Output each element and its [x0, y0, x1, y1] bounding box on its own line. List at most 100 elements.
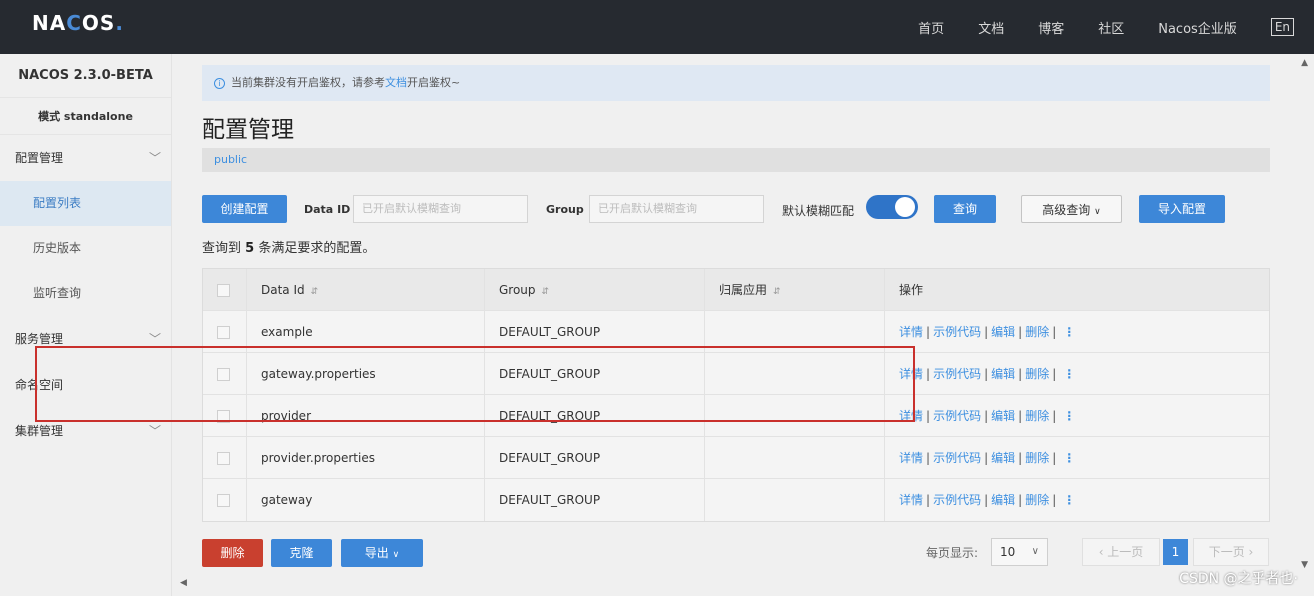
more-icon[interactable]: ⋮ [1063, 409, 1075, 423]
sort-icon[interactable]: ⇵ [773, 287, 781, 297]
cell-group: DEFAULT_GROUP [485, 437, 705, 478]
op-separator: | [984, 325, 989, 339]
cell-actions: 详情 | 示例代码 | 编辑 | 删除 | ⋮ [885, 311, 1269, 352]
delete-button[interactable]: 删除 [202, 539, 263, 567]
header-app[interactable]: 归属应用 ⇵ [705, 269, 885, 310]
cell-group: DEFAULT_GROUP [485, 395, 705, 436]
notice-text: 当前集群没有开启鉴权，请参考 [231, 76, 385, 89]
op-link[interactable]: 删除 [1025, 367, 1049, 381]
scroll-up-icon[interactable]: ▲ [1301, 58, 1308, 68]
language-switch[interactable]: En [1270, 18, 1294, 36]
table-row: example DEFAULT_GROUP 详情 | 示例代码 | 编辑 | 删除 | ⋮ [203, 311, 1269, 353]
op-separator: | [984, 409, 989, 423]
op-link[interactable]: 编辑 [991, 325, 1015, 339]
create-config-button[interactable]: 创建配置 [202, 195, 287, 223]
nav-docs[interactable]: 文档 [978, 18, 1004, 37]
row-checkbox[interactable] [217, 452, 230, 465]
data-id-label: Data ID [304, 203, 351, 216]
op-link[interactable]: 示例代码 [933, 451, 981, 465]
more-icon[interactable]: ⋮ [1063, 325, 1075, 339]
header-group[interactable]: Group ⇵ [485, 269, 705, 310]
op-link[interactable]: 详情 [899, 325, 923, 339]
nav-enterprise[interactable]: Nacos企业版 [1158, 18, 1237, 37]
more-icon[interactable]: ⋮ [1063, 493, 1075, 507]
op-link[interactable]: 详情 [899, 493, 923, 507]
auth-notice: i 当前集群没有开启鉴权，请参考文档开启鉴权~ [202, 65, 1270, 101]
op-link[interactable]: 编辑 [991, 451, 1015, 465]
sidebar-group-config[interactable]: 配置管理 ﹀ [0, 135, 171, 181]
op-separator: | [1052, 367, 1057, 381]
toggle-knob [895, 197, 915, 217]
op-separator: | [1052, 451, 1057, 465]
group-input[interactable]: 已开启默认模糊查询 [589, 195, 764, 223]
cell-app [705, 437, 885, 478]
op-link[interactable]: 示例代码 [933, 325, 981, 339]
cell-group: DEFAULT_GROUP [485, 353, 705, 394]
header-data-id[interactable]: Data Id ⇵ [247, 269, 485, 310]
top-nav: 首页 文档 博客 社区 Nacos企业版 En [884, 0, 1294, 54]
sidebar: NACOS 2.3.0-BETA 模式 standalone 配置管理 ﹀ 配置… [0, 54, 172, 596]
op-separator: | [1018, 409, 1023, 423]
nacos-logo[interactable]: NACOS. [32, 11, 124, 35]
nav-home[interactable]: 首页 [918, 18, 944, 37]
more-icon[interactable]: ⋮ [1063, 451, 1075, 465]
sidebar-group-cluster[interactable]: 集群管理 ﹀ [0, 408, 171, 454]
table-row: gateway.properties DEFAULT_GROUP 详情 | 示例代码 | 编… [203, 353, 1269, 395]
header-label: 归属应用 [719, 283, 768, 297]
select-all-cell [203, 269, 247, 310]
cell-app [705, 395, 885, 436]
sidebar-group-label: 配置管理 [15, 151, 64, 165]
op-separator: | [984, 493, 989, 507]
fuzzy-match-toggle[interactable] [866, 195, 918, 219]
op-link[interactable]: 示例代码 [933, 367, 981, 381]
export-button[interactable]: 导出 ∨ [341, 539, 423, 567]
cell-actions: 详情 | 示例代码 | 编辑 | 删除 | ⋮ [885, 353, 1269, 394]
advanced-query-button[interactable]: 高级查询 ∨ [1021, 195, 1122, 223]
namespace-public[interactable]: public [214, 153, 247, 166]
cell-data-id: provider [247, 395, 485, 436]
nav-community[interactable]: 社区 [1098, 18, 1124, 37]
sort-icon[interactable]: ⇵ [542, 287, 550, 297]
more-icon[interactable]: ⋮ [1063, 367, 1075, 381]
chevron-down-icon: ∨ [1094, 207, 1101, 217]
op-link[interactable]: 编辑 [991, 493, 1015, 507]
select-all-checkbox[interactable] [217, 284, 230, 297]
notice-text-end: 开启鉴权~ [407, 76, 461, 89]
sidebar-group-namespace[interactable]: 命名空间 [0, 362, 171, 408]
table-row: provider DEFAULT_GROUP 详情 | 示例代码 | 编辑 | 删除 | ⋮ [203, 395, 1269, 437]
header-label: 操作 [899, 283, 924, 297]
scroll-down-icon[interactable]: ▼ [1301, 560, 1308, 570]
data-id-input[interactable]: 已开启默认模糊查询 [353, 195, 528, 223]
op-separator: | [926, 409, 931, 423]
op-link[interactable]: 删除 [1025, 409, 1049, 423]
sort-icon[interactable]: ⇵ [311, 287, 319, 297]
row-checkbox[interactable] [217, 368, 230, 381]
top-navbar: NACOS. 首页 文档 博客 社区 Nacos企业版 En [0, 0, 1314, 54]
op-link[interactable]: 示例代码 [933, 409, 981, 423]
op-link[interactable]: 编辑 [991, 367, 1015, 381]
nav-blog[interactable]: 博客 [1038, 18, 1064, 37]
import-config-button[interactable]: 导入配置 [1139, 195, 1225, 223]
op-link[interactable]: 详情 [899, 367, 923, 381]
sidebar-item-config-list[interactable]: 配置列表 [0, 181, 171, 226]
row-checkbox[interactable] [217, 410, 230, 423]
op-link[interactable]: 详情 [899, 409, 923, 423]
query-button[interactable]: 查询 [934, 195, 996, 223]
op-link[interactable]: 删除 [1025, 451, 1049, 465]
clone-button[interactable]: 克隆 [271, 539, 332, 567]
sidebar-item-listener-query[interactable]: 监听查询 [0, 271, 171, 316]
op-link[interactable]: 编辑 [991, 409, 1015, 423]
row-checkbox[interactable] [217, 494, 230, 507]
op-link[interactable]: 删除 [1025, 325, 1049, 339]
result-suffix: 条满足要求的配置。 [258, 241, 376, 256]
op-link[interactable]: 示例代码 [933, 493, 981, 507]
row-checkbox[interactable] [217, 326, 230, 339]
sidebar-group-label: 服务管理 [15, 332, 64, 346]
notice-doc-link[interactable]: 文档 [385, 76, 407, 89]
sidebar-item-history[interactable]: 历史版本 [0, 226, 171, 271]
op-link[interactable]: 删除 [1025, 493, 1049, 507]
op-link[interactable]: 详情 [899, 451, 923, 465]
scroll-left-icon[interactable]: ◀ [180, 578, 187, 588]
page-title: 配置管理 [202, 117, 294, 143]
sidebar-group-service[interactable]: 服务管理 ﹀ [0, 316, 171, 362]
